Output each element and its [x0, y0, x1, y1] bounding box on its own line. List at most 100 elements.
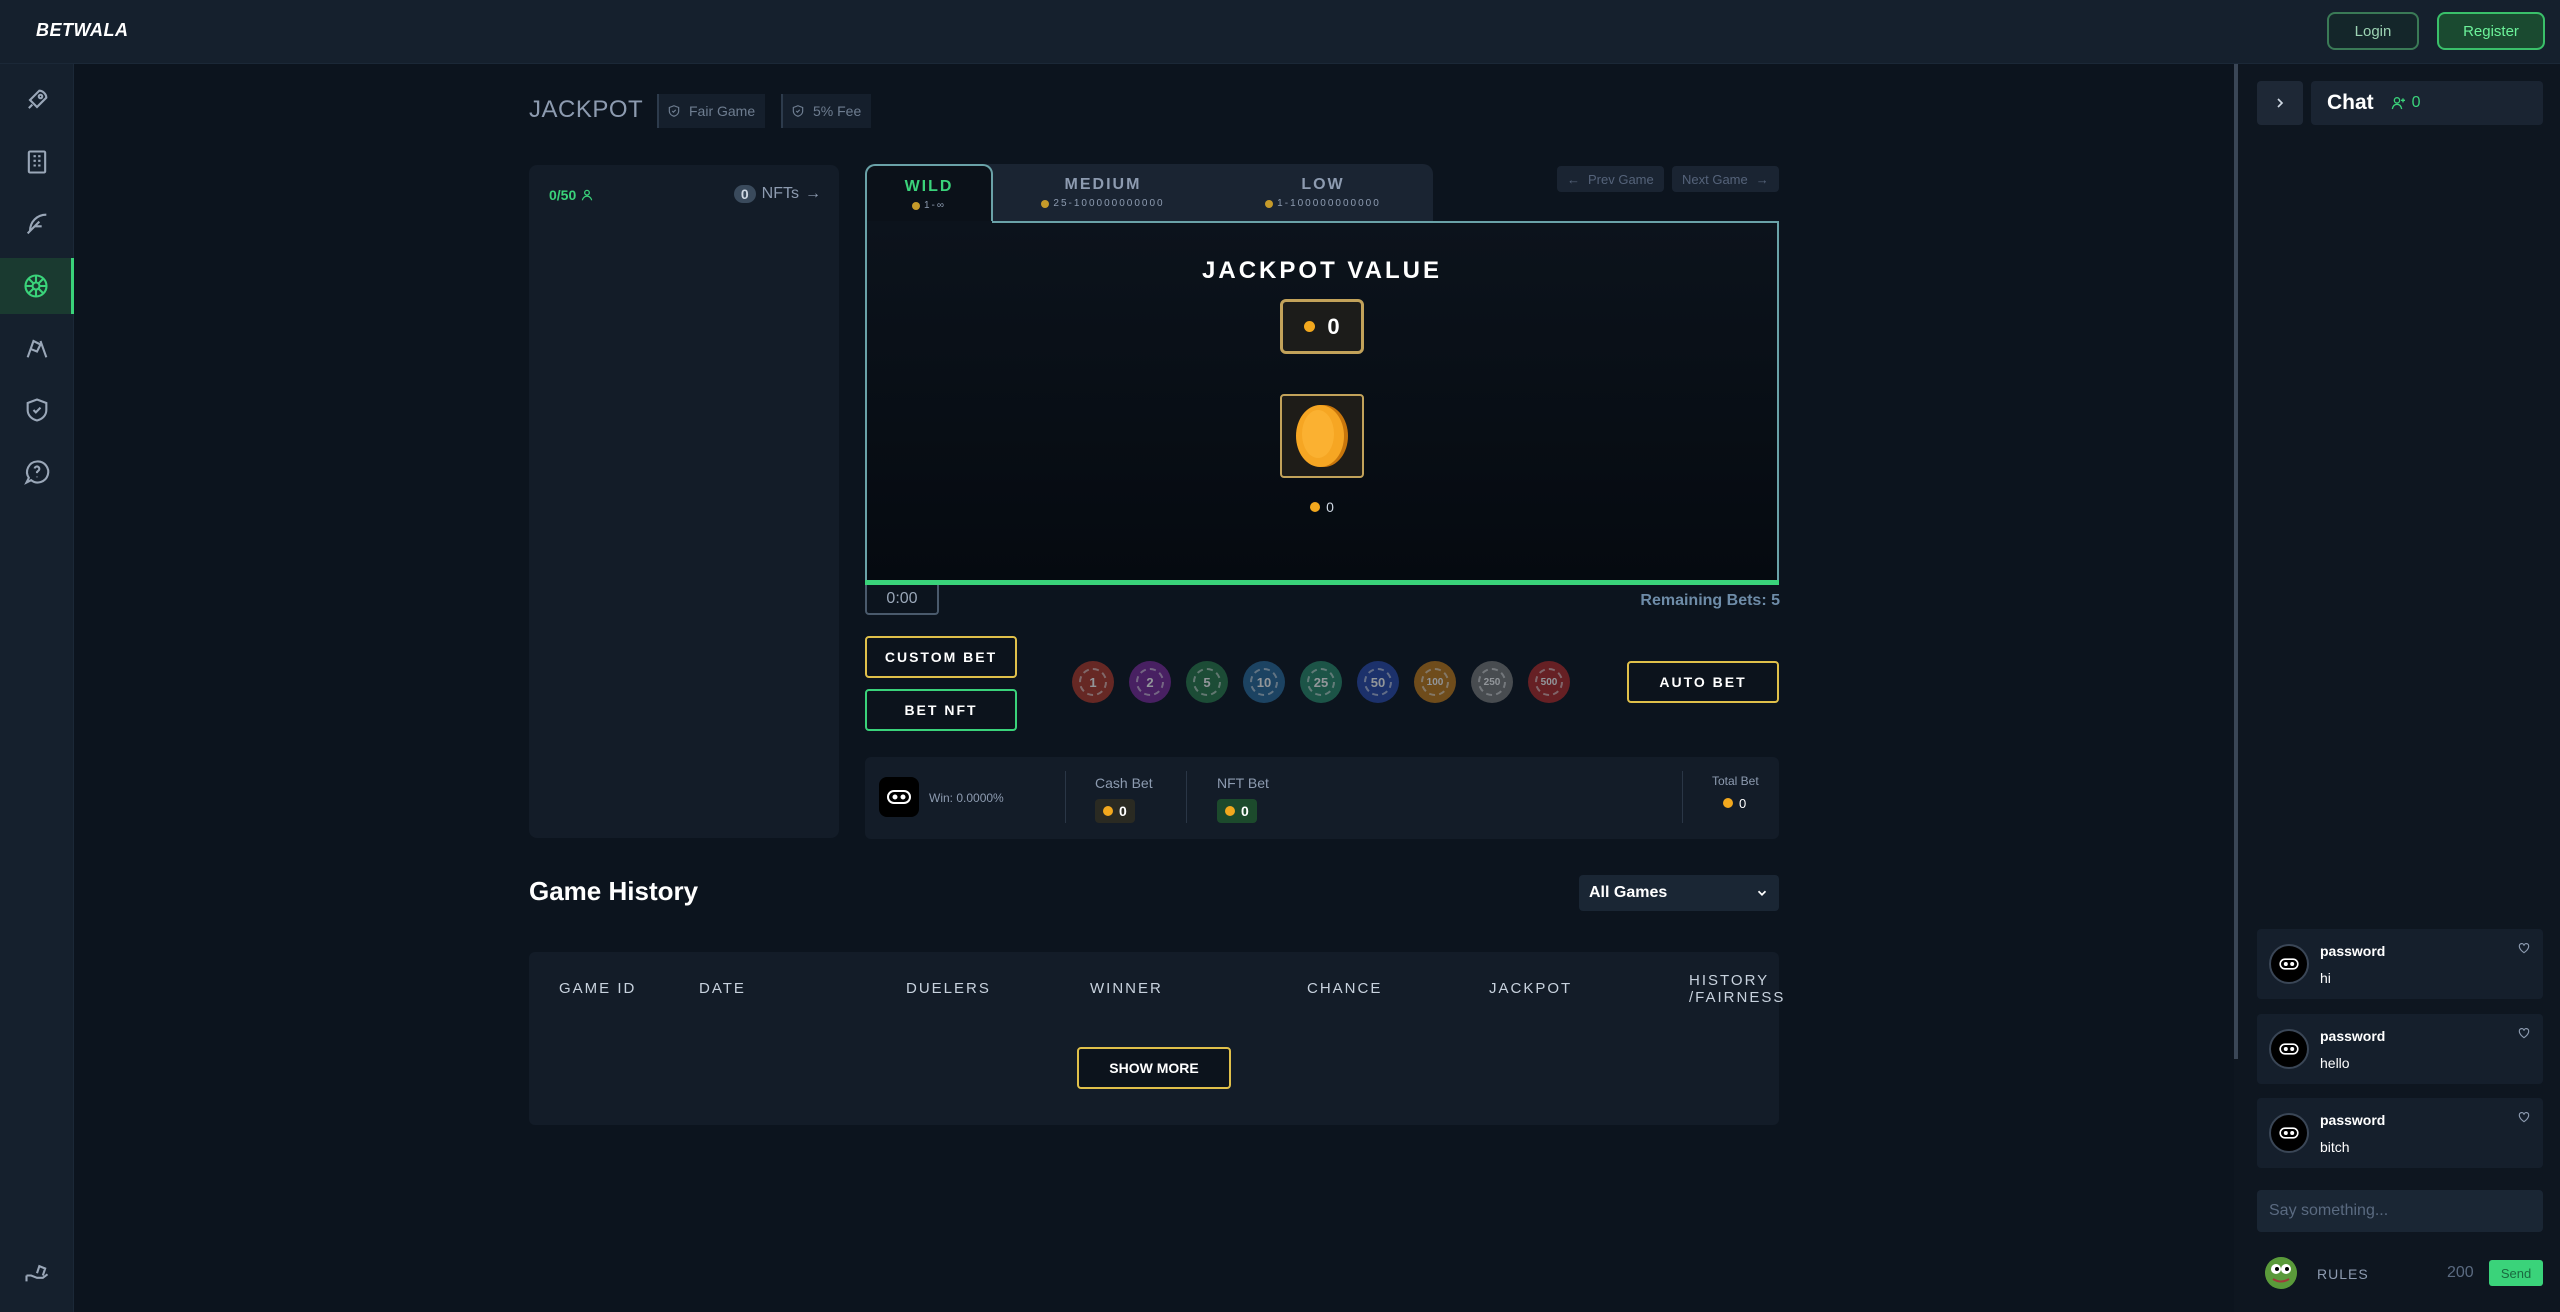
tab-medium[interactable]: MEDIUM 25-100000000000	[993, 164, 1213, 222]
bet-chip[interactable]: 2	[1129, 661, 1171, 703]
chat-collapse-button[interactable]	[2257, 81, 2303, 125]
heart-icon[interactable]	[2517, 1110, 2531, 1124]
avatar[interactable]	[2269, 944, 2309, 984]
coin-icon	[1723, 798, 1733, 808]
hand-coin-icon	[25, 1264, 49, 1282]
col-winner: WINNER	[1090, 980, 1163, 997]
bet-chip[interactable]: 1	[1072, 661, 1114, 703]
cash-bet-badge: 0	[1095, 799, 1135, 823]
jackpot-board: JACKPOT VALUE 0 0	[865, 221, 1779, 584]
rocket-icon	[28, 89, 48, 109]
coin-icon	[1265, 199, 1274, 208]
sidebar-item-race-flags[interactable]	[0, 320, 74, 376]
user-icon	[581, 189, 593, 201]
avatar[interactable]	[2269, 1113, 2309, 1153]
bet-chip[interactable]: 10	[1243, 661, 1285, 703]
chat-username[interactable]: password	[2320, 943, 2385, 959]
bet-chip-value: 5	[1193, 668, 1221, 696]
sidebar-item-feather[interactable]	[0, 196, 74, 252]
fee-label: 5% Fee	[813, 103, 862, 119]
fee-tag[interactable]: 5% Fee	[781, 94, 872, 128]
sidebar-item-hand-coin[interactable]	[0, 1244, 74, 1300]
top-bar: BETWALA Login Register	[0, 0, 2560, 64]
chat-username[interactable]: password	[2320, 1028, 2385, 1044]
tab-low[interactable]: LOW 1-100000000000	[1213, 164, 1433, 222]
game-filter-select[interactable]: All Games	[1579, 875, 1779, 911]
chat-input-placeholder: Say something...	[2269, 1202, 2389, 1219]
total-bet-badge: 0	[1723, 791, 1746, 815]
chat-footer: RULES 200 Send	[2257, 1255, 2543, 1291]
prev-game-button[interactable]: ← Prev Game	[1557, 166, 1664, 192]
risk-tabs: WILD 1-∞ MEDIUM 25-100000000000 LOW 1-10…	[865, 164, 1433, 222]
jackpot-value: 0	[1327, 313, 1340, 339]
nft-count-badge: 0	[733, 185, 756, 203]
tab-medium-range-value: 25-100000000000	[1053, 198, 1165, 209]
fair-game-tag[interactable]: Fair Game	[657, 94, 766, 128]
rules-link[interactable]: RULES	[2317, 1266, 2369, 1282]
cash-bet-value: 0	[1119, 803, 1127, 819]
chat-text: bitch	[2320, 1139, 2350, 1155]
col-date: DATE	[699, 980, 746, 997]
arrow-right-icon: →	[805, 185, 821, 202]
frog-avatar-icon	[2265, 1257, 2297, 1289]
sidebar-item-wheel[interactable]	[0, 258, 74, 314]
nfts-link[interactable]: 0 NFTs →	[733, 185, 821, 203]
online-count-value: 0	[2411, 94, 2421, 111]
bet-chip-value: 50	[1364, 668, 1392, 696]
heart-icon[interactable]	[2517, 1026, 2531, 1040]
game-history-table: GAME ID DATE DUELERS WINNER CHANCE JACKP…	[529, 952, 1783, 1125]
sidebar-item-chat[interactable]	[0, 444, 74, 500]
show-more-button[interactable]: SHOW MORE	[1077, 1047, 1231, 1089]
player-count: 0/50	[549, 187, 594, 203]
divider	[1065, 771, 1066, 823]
win-chance: Win: 0.0000%	[929, 791, 1004, 805]
sidebar-item-building[interactable]	[0, 134, 74, 190]
next-game-button[interactable]: Next Game →	[1672, 166, 1779, 192]
race-flags-icon	[26, 339, 48, 358]
chat-bubble-icon	[24, 460, 50, 485]
login-button[interactable]: Login	[2327, 12, 2419, 50]
col-history-label: HISTORY	[1689, 972, 1770, 989]
nft-bet-label: NFT Bet	[1217, 775, 1269, 791]
send-button[interactable]: Send	[2489, 1260, 2543, 1286]
heart-icon[interactable]	[2517, 941, 2531, 955]
register-button[interactable]: Register	[2437, 12, 2545, 50]
avatar[interactable]	[2269, 1029, 2309, 1069]
wheel-icon	[23, 274, 48, 298]
bet-chip[interactable]: 250	[1471, 661, 1513, 703]
shield-icon	[26, 398, 48, 422]
robot-avatar-icon	[2279, 1043, 2299, 1055]
bet-nft-button[interactable]: BET NFT	[865, 689, 1017, 731]
chat-input[interactable]: Say something...	[2257, 1190, 2543, 1232]
tab-medium-label: MEDIUM	[1064, 176, 1142, 193]
coin-icon	[1304, 321, 1316, 332]
bet-summary: Win: 0.0000% Cash Bet 0 NFT Bet 0 Total …	[865, 757, 1779, 839]
coin-icon	[1041, 199, 1050, 208]
user-avatar[interactable]	[2265, 1257, 2297, 1289]
cash-bet-label: Cash Bet	[1095, 775, 1153, 791]
next-game-label: Next Game	[1682, 171, 1748, 187]
users-online-icon	[2391, 97, 2405, 110]
custom-bet-button[interactable]: CUSTOM BET	[865, 636, 1017, 678]
arrow-right-icon: →	[1755, 171, 1769, 187]
bet-chip[interactable]: 50	[1357, 661, 1399, 703]
bet-chip[interactable]: 5	[1186, 661, 1228, 703]
coin-icon	[1225, 806, 1235, 816]
fair-game-label: Fair Game	[689, 103, 756, 119]
coin-value-row: 0	[867, 499, 1777, 515]
chat-message: password bitch	[2257, 1098, 2543, 1168]
auto-bet-button[interactable]: AUTO BET	[1627, 661, 1779, 703]
page-scrollbar[interactable]	[2234, 64, 2238, 1059]
game-filter-value: All Games	[1589, 884, 1668, 901]
logo[interactable]: BETWALA	[36, 20, 129, 41]
chat-username[interactable]: password	[2320, 1112, 2385, 1128]
sidebar-item-shield[interactable]	[0, 382, 74, 438]
bet-chip[interactable]: 100	[1414, 661, 1456, 703]
bet-chip[interactable]: 25	[1300, 661, 1342, 703]
divider	[1186, 771, 1187, 823]
nft-bet-value: 0	[1241, 803, 1249, 819]
bet-chip[interactable]: 500	[1528, 661, 1570, 703]
chat-text: hi	[2320, 970, 2331, 986]
tab-wild[interactable]: WILD 1-∞	[865, 164, 993, 222]
sidebar-item-rocket[interactable]	[0, 72, 74, 128]
